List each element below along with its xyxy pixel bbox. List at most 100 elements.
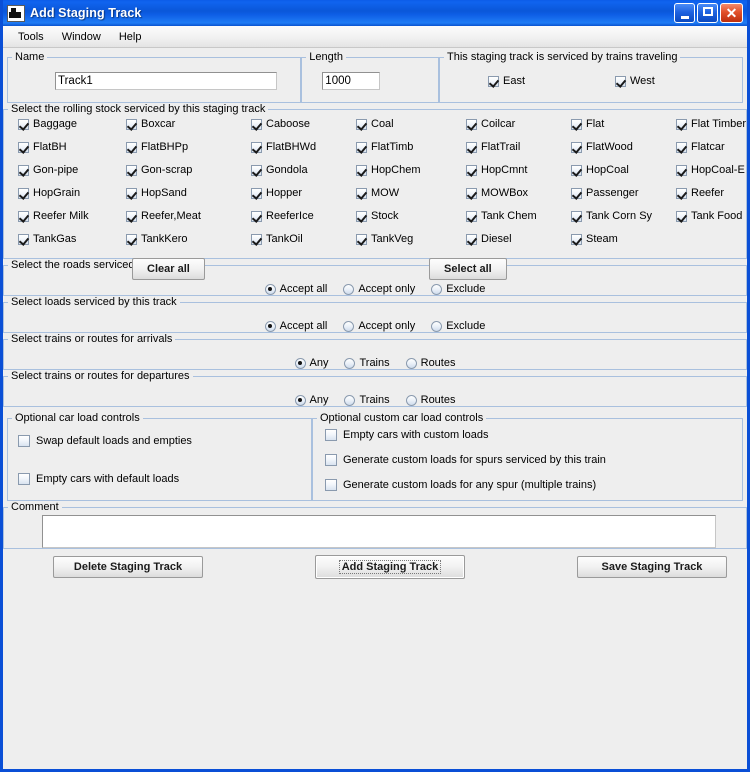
checkbox-caboose[interactable]: Caboose <box>251 118 356 130</box>
checkbox-swap-default-loads[interactable]: Swap default loads and empties <box>18 435 192 447</box>
checkbox-flatcar[interactable]: Flatcar <box>676 141 746 153</box>
checkbox-hopcoal-e[interactable]: HopCoal-E <box>676 164 746 176</box>
radio-roads-accept-only[interactable]: Accept only <box>343 283 415 295</box>
checkbox-label: Tank Food <box>691 210 742 222</box>
checkbox-steam[interactable]: Steam <box>571 233 676 245</box>
radio-departures-trains[interactable]: Trains <box>344 394 389 406</box>
maximize-icon[interactable] <box>697 3 718 23</box>
radio-dot-icon <box>295 395 306 406</box>
checkbox-coilcar[interactable]: Coilcar <box>466 118 571 130</box>
length-group: Length <box>301 51 439 103</box>
checkmark-icon <box>251 165 262 176</box>
checkbox-coal[interactable]: Coal <box>356 118 466 130</box>
arrivals-group: Select trains or routes for arrivals Any… <box>3 333 747 370</box>
checkbox-flatbhwd[interactable]: FlatBHWd <box>251 141 356 153</box>
checkbox-flat[interactable]: Flat <box>571 118 676 130</box>
checkbox-mow[interactable]: MOW <box>356 187 466 199</box>
menu-window[interactable]: Window <box>53 29 110 45</box>
checkmark-icon <box>356 165 367 176</box>
optional-controls-row: Optional car load controls Swap default … <box>7 412 743 501</box>
clear-all-button[interactable]: Clear all <box>132 258 205 280</box>
checkbox-tankgas[interactable]: TankGas <box>18 233 126 245</box>
checkmark-icon <box>676 165 687 176</box>
radio-roads-accept-all[interactable]: Accept all <box>265 283 328 295</box>
checkbox-hopsand[interactable]: HopSand <box>126 187 251 199</box>
minimize-icon[interactable] <box>674 3 695 23</box>
checkbox-empty-cars-default-loads-label: Empty cars with default loads <box>36 473 179 485</box>
checkbox-hopgrain[interactable]: HopGrain <box>18 187 126 199</box>
optional-line: Swap default loads and empties <box>8 424 311 462</box>
checkbox-tank-corn-sy[interactable]: Tank Corn Sy <box>571 210 676 222</box>
checkbox-gon-scrap[interactable]: Gon-scrap <box>126 164 251 176</box>
checkbox-reeferice[interactable]: ReeferIce <box>251 210 356 222</box>
menu-help[interactable]: Help <box>110 29 151 45</box>
checkbox-tankveg[interactable]: TankVeg <box>356 233 466 245</box>
checkbox-hopchem[interactable]: HopChem <box>356 164 466 176</box>
checkbox-baggage[interactable]: Baggage <box>18 118 126 130</box>
checkbox-generate-custom-loads-any-spur[interactable]: Generate custom loads for any spur (mult… <box>325 479 596 491</box>
checkbox-label: ReeferIce <box>266 210 314 222</box>
checkbox-reefer-meat[interactable]: Reefer,Meat <box>126 210 251 222</box>
save-staging-track-button[interactable]: Save Staging Track <box>577 556 727 578</box>
checkbox-gondola[interactable]: Gondola <box>251 164 356 176</box>
add-staging-track-button[interactable]: Add Staging Track <box>315 555 465 579</box>
checkbox-boxcar[interactable]: Boxcar <box>126 118 251 130</box>
radio-departures-routes[interactable]: Routes <box>406 394 456 406</box>
radio-arrivals-any[interactable]: Any <box>295 357 329 369</box>
checkbox-flattimb[interactable]: FlatTimb <box>356 141 466 153</box>
checkbox-flatwood[interactable]: FlatWood <box>571 141 676 153</box>
checkbox-tankkero[interactable]: TankKero <box>126 233 251 245</box>
checkbox-generate-custom-loads-spurs[interactable]: Generate custom loads for spurs serviced… <box>325 454 606 466</box>
checkbox-east[interactable]: East <box>488 75 615 87</box>
radio-loads-accept-only[interactable]: Accept only <box>343 320 415 332</box>
name-input[interactable] <box>55 72 277 90</box>
checkmark-icon <box>466 165 477 176</box>
checkbox-label: Boxcar <box>141 118 175 130</box>
arrivals-group-legend: Select trains or routes for arrivals <box>8 333 175 345</box>
checkbox-hopcoal[interactable]: HopCoal <box>571 164 676 176</box>
checkmark-icon <box>126 142 137 153</box>
checkbox-reefer[interactable]: Reefer <box>676 187 746 199</box>
radio-departures-any[interactable]: Any <box>295 394 329 406</box>
checkbox-hopper[interactable]: Hopper <box>251 187 356 199</box>
checkmark-icon <box>18 188 29 199</box>
checkbox-tank-food[interactable]: Tank Food <box>676 210 746 222</box>
menu-tools[interactable]: Tools <box>9 29 53 45</box>
checkbox-gon-pipe[interactable]: Gon-pipe <box>18 164 126 176</box>
checkbox-flattrail[interactable]: FlatTrail <box>466 141 571 153</box>
checkbox-label: Gon-scrap <box>141 164 192 176</box>
checkbox-hopcmnt[interactable]: HopCmnt <box>466 164 571 176</box>
comment-input[interactable] <box>42 515 716 548</box>
checkbox-empty-cars-default-loads[interactable]: Empty cars with default loads <box>18 473 179 485</box>
checkbox-reefer-milk[interactable]: Reefer Milk <box>18 210 126 222</box>
optional-car-load-legend: Optional car load controls <box>12 412 143 424</box>
checkbox-mowbox[interactable]: MOWBox <box>466 187 571 199</box>
checkbox-label: TankVeg <box>371 233 413 245</box>
checkbox-label: Gon-pipe <box>33 164 78 176</box>
checkbox-west[interactable]: West <box>615 75 742 87</box>
length-input[interactable] <box>322 72 380 90</box>
checkbox-empty-cars-custom-loads[interactable]: Empty cars with custom loads <box>325 429 489 441</box>
checkbox-swap-default-loads-label: Swap default loads and empties <box>36 435 192 447</box>
checkbox-flat-timber[interactable]: Flat Timber <box>676 118 746 130</box>
radio-arrivals-routes[interactable]: Routes <box>406 357 456 369</box>
radio-arrivals-trains[interactable]: Trains <box>344 357 389 369</box>
close-icon[interactable]: ✕ <box>720 3 743 23</box>
menu-bar: Tools Window Help <box>3 26 747 48</box>
select-all-button[interactable]: Select all <box>429 258 507 280</box>
checkbox-flatbhpp[interactable]: FlatBHPp <box>126 141 251 153</box>
radio-loads-accept-all[interactable]: Accept all <box>265 320 328 332</box>
checkbox-diesel[interactable]: Diesel <box>466 233 571 245</box>
checkbox-tank-chem[interactable]: Tank Chem <box>466 210 571 222</box>
checkbox-stock[interactable]: Stock <box>356 210 466 222</box>
checkbox-label: HopSand <box>141 187 187 199</box>
radio-loads-exclude[interactable]: Exclude <box>431 320 485 332</box>
checkbox-flatbh[interactable]: FlatBH <box>18 141 126 153</box>
comment-group: Comment <box>3 501 747 549</box>
radio-roads-exclude[interactable]: Exclude <box>431 283 485 295</box>
checkbox-tankoil[interactable]: TankOil <box>251 233 356 245</box>
checkmark-icon <box>571 234 582 245</box>
checkbox-east-label: East <box>503 75 525 87</box>
delete-staging-track-button[interactable]: Delete Staging Track <box>53 556 203 578</box>
checkbox-passenger[interactable]: Passenger <box>571 187 676 199</box>
